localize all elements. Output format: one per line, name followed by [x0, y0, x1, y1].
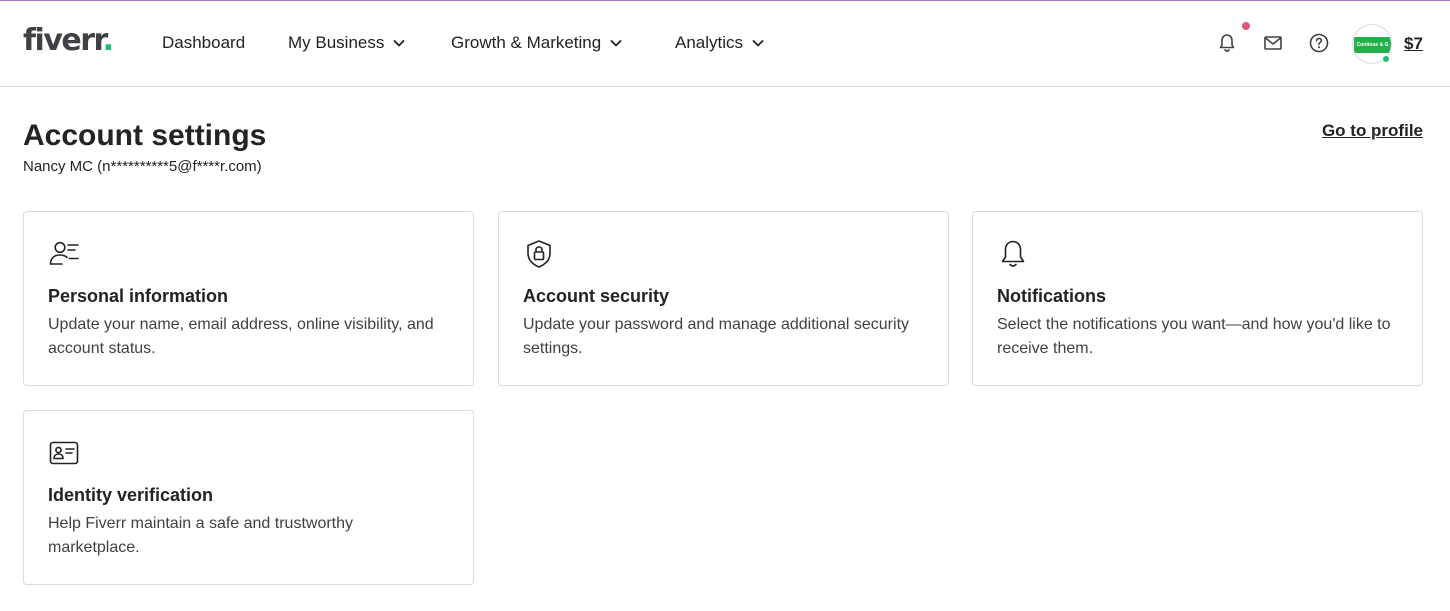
- card-description: Update your name, email address, online …: [48, 316, 434, 357]
- card-description: Update your password and manage addition…: [523, 316, 910, 357]
- card-title: Identity verification: [48, 485, 214, 505]
- bell-icon: [1001, 240, 1025, 267]
- card-description: Select the notifications you want—and ho…: [997, 316, 1391, 357]
- online-status-dot: [1382, 55, 1390, 63]
- fiverr-logo[interactable]: fiverr.: [23, 23, 114, 59]
- nav-my-business[interactable]: My Business: [288, 32, 406, 54]
- card-description: Help Fiverr maintain a safe and trustwor…: [48, 515, 354, 556]
- chevron-down-icon: [393, 40, 405, 47]
- personal-information-card[interactable]: Personal information Update your name, e…: [23, 211, 474, 386]
- avatar-image-text: Continue & G: [1354, 37, 1391, 53]
- go-to-profile-link[interactable]: Go to profile: [1322, 120, 1423, 142]
- id-card-icon: [49, 441, 79, 465]
- nav-growth-marketing[interactable]: Growth & Marketing: [451, 32, 623, 54]
- chevron-down-icon: [752, 40, 764, 47]
- nav-dashboard-label: Dashboard: [162, 33, 246, 52]
- notifications-card[interactable]: Notifications Select the notifications y…: [972, 211, 1423, 386]
- account-security-card[interactable]: Account security Update your password an…: [498, 211, 949, 386]
- identity-verification-card[interactable]: Identity verification Help Fiverr mainta…: [23, 410, 474, 585]
- page-title: Account settings: [23, 119, 267, 152]
- shield-lock-icon: [527, 240, 551, 268]
- bell-icon[interactable]: [1216, 32, 1238, 54]
- nav-analytics-label: Analytics: [675, 33, 744, 52]
- account-user-email: Nancy MC (n**********5@f****r.com): [23, 158, 262, 175]
- card-title: Account security: [523, 286, 670, 306]
- card-title: Notifications: [997, 286, 1107, 306]
- nav-growth-marketing-label: Growth & Marketing: [451, 33, 602, 52]
- top-navigation-bar: fiverr. Dashboard My Business Growth & M…: [0, 1, 1450, 87]
- help-circle-icon[interactable]: [1308, 32, 1330, 54]
- chevron-down-icon: [610, 40, 622, 47]
- nav-analytics[interactable]: Analytics: [675, 32, 765, 54]
- nav-my-business-label: My Business: [288, 33, 385, 52]
- notification-badge: [1242, 22, 1250, 30]
- balance-link[interactable]: $7: [1404, 33, 1423, 55]
- envelope-icon[interactable]: [1262, 32, 1284, 54]
- person-list-icon: [49, 241, 79, 265]
- nav-dashboard[interactable]: Dashboard: [162, 32, 245, 54]
- card-title: Personal information: [48, 286, 229, 306]
